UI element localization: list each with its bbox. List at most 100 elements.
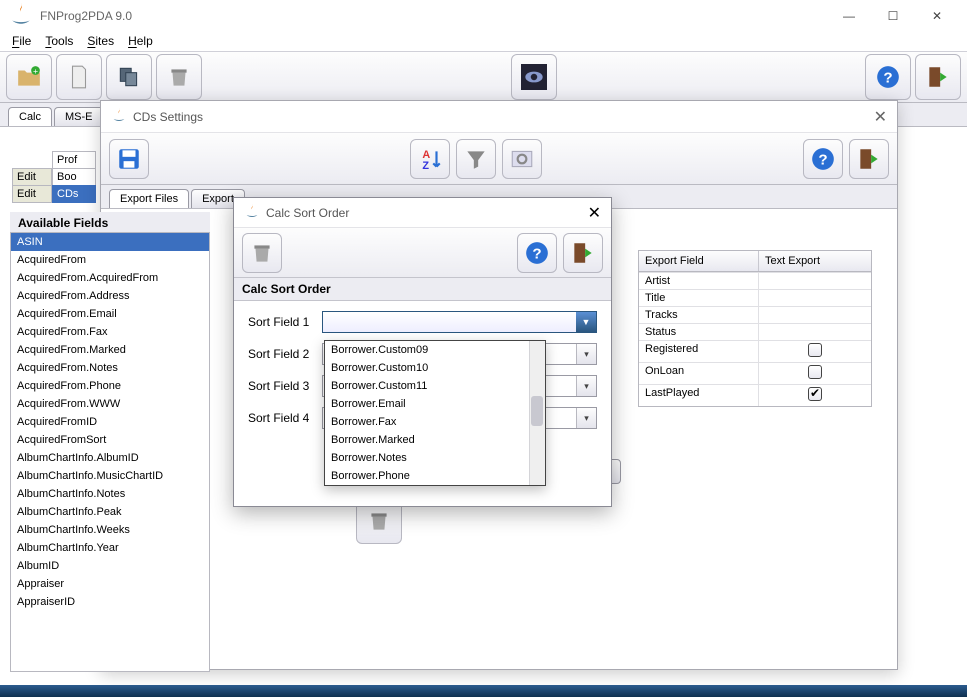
checkbox[interactable] bbox=[808, 343, 822, 357]
field-row[interactable]: AlbumChartInfo.Peak bbox=[11, 503, 209, 521]
field-row[interactable]: AlbumChartInfo.AlbumID bbox=[11, 449, 209, 467]
copy-button[interactable] bbox=[106, 54, 152, 100]
checkbox[interactable] bbox=[808, 387, 822, 401]
tab-export-files[interactable]: Export Files bbox=[109, 189, 189, 208]
field-row[interactable]: AlbumChartInfo.Year bbox=[11, 539, 209, 557]
field-row[interactable]: AcquiredFromSort bbox=[11, 431, 209, 449]
dropdown-option[interactable]: Borrower.Custom11 bbox=[325, 377, 545, 395]
field-row[interactable]: AcquiredFrom.Address bbox=[11, 287, 209, 305]
field-row[interactable]: Appraiser bbox=[11, 575, 209, 593]
export-header-text: Text Export bbox=[759, 251, 871, 271]
settings-title: CDs Settings bbox=[133, 110, 203, 124]
main-titlebar: FNProg2PDA 9.0 — ☐ ✕ bbox=[0, 0, 967, 31]
filter-button[interactable] bbox=[456, 139, 496, 179]
field-row[interactable]: AcquiredFrom.Marked bbox=[11, 341, 209, 359]
export-checkbox-cell[interactable] bbox=[759, 307, 871, 323]
delete-button[interactable] bbox=[156, 54, 202, 100]
export-row[interactable]: Registered bbox=[639, 340, 871, 362]
field-row[interactable]: AcquiredFrom.Email bbox=[11, 305, 209, 323]
grid-cell-boo: Boo bbox=[52, 168, 96, 186]
export-fields-table: Export Field Text Export ArtistTitleTrac… bbox=[638, 250, 872, 407]
edit-cell-2[interactable]: Edit bbox=[12, 185, 52, 203]
dropdown-scrollbar[interactable] bbox=[529, 341, 545, 485]
export-row[interactable]: Title bbox=[639, 289, 871, 306]
available-fields-list[interactable]: ASINAcquiredFromAcquiredFrom.AcquiredFro… bbox=[10, 232, 210, 672]
sort-section-label: Calc Sort Order bbox=[234, 278, 611, 301]
grid-header-prof: Prof bbox=[52, 151, 96, 169]
field-row[interactable]: AcquiredFromID bbox=[11, 413, 209, 431]
field-row[interactable]: AcquiredFrom.WWW bbox=[11, 395, 209, 413]
export-row[interactable]: Tracks bbox=[639, 306, 871, 323]
maximize-button[interactable]: ☐ bbox=[871, 0, 915, 31]
export-row[interactable]: Status bbox=[639, 323, 871, 340]
field-row[interactable]: AlbumChartInfo.Notes bbox=[11, 485, 209, 503]
dropdown-option[interactable]: Borrower.Custom10 bbox=[325, 359, 545, 377]
settings-help-button[interactable]: ? bbox=[803, 139, 843, 179]
dropdown-option[interactable]: Borrower.Notes bbox=[325, 449, 545, 467]
tab-mse[interactable]: MS-E bbox=[54, 107, 104, 126]
field-row[interactable]: AlbumChartInfo.MusicChartID bbox=[11, 467, 209, 485]
sort-close-button[interactable]: ✕ bbox=[588, 203, 601, 223]
help-button[interactable]: ? bbox=[865, 54, 911, 100]
eye-button[interactable] bbox=[511, 54, 557, 100]
export-row[interactable]: OnLoan bbox=[639, 362, 871, 384]
save-button[interactable] bbox=[109, 139, 149, 179]
field-row[interactable]: AlbumChartInfo.Weeks bbox=[11, 521, 209, 539]
export-header-field: Export Field bbox=[639, 251, 759, 271]
grid-cell-cds: CDs bbox=[52, 185, 96, 203]
dropdown-option[interactable]: Borrower.Marked bbox=[325, 431, 545, 449]
field-row[interactable]: AcquiredFrom.Phone bbox=[11, 377, 209, 395]
chevron-down-icon: ▾ bbox=[576, 376, 596, 396]
export-checkbox-cell[interactable] bbox=[759, 273, 871, 289]
new-folder-button[interactable]: + bbox=[6, 54, 52, 100]
exit-button[interactable] bbox=[915, 54, 961, 100]
minimize-button[interactable]: — bbox=[827, 0, 871, 31]
export-checkbox-cell[interactable] bbox=[759, 363, 871, 384]
field-row[interactable]: AcquiredFrom.Fax bbox=[11, 323, 209, 341]
sort-field-1-dropdown[interactable]: Borrower.Custom09Borrower.Custom10Borrow… bbox=[324, 340, 546, 486]
sort-az-button[interactable]: AZ bbox=[410, 139, 450, 179]
settings-toolbar: AZ ? bbox=[101, 133, 897, 185]
chevron-down-icon: ▼ bbox=[576, 312, 596, 332]
menu-help[interactable]: Help bbox=[124, 32, 157, 50]
dropdown-option[interactable]: Borrower.Fax bbox=[325, 413, 545, 431]
java-icon bbox=[111, 107, 127, 126]
chevron-down-icon: ▾ bbox=[576, 344, 596, 364]
taskbar bbox=[0, 685, 967, 697]
export-checkbox-cell[interactable] bbox=[759, 290, 871, 306]
menu-file[interactable]: File bbox=[8, 32, 35, 50]
export-field-name: Artist bbox=[639, 273, 759, 289]
settings-gear-button[interactable] bbox=[502, 139, 542, 179]
export-checkbox-cell[interactable] bbox=[759, 324, 871, 340]
field-row[interactable]: AcquiredFrom.AcquiredFrom bbox=[11, 269, 209, 287]
field-row[interactable]: AcquiredFrom.Notes bbox=[11, 359, 209, 377]
export-row[interactable]: LastPlayed bbox=[639, 384, 871, 406]
open-file-button[interactable] bbox=[56, 54, 102, 100]
sort-clear-button[interactable] bbox=[242, 233, 282, 273]
export-checkbox-cell[interactable] bbox=[759, 385, 871, 406]
sort-field-1-combo[interactable]: ▼ bbox=[322, 311, 597, 333]
tab-calc[interactable]: Calc bbox=[8, 107, 52, 126]
dropdown-option[interactable]: Borrower.Custom09 bbox=[325, 341, 545, 359]
settings-exit-button[interactable] bbox=[849, 139, 889, 179]
field-row[interactable]: AlbumID bbox=[11, 557, 209, 575]
dropdown-option[interactable]: Borrower.Email bbox=[325, 395, 545, 413]
scrollbar-thumb[interactable] bbox=[531, 396, 543, 426]
sort-help-button[interactable]: ? bbox=[517, 233, 557, 273]
close-button[interactable]: ✕ bbox=[915, 0, 959, 31]
sort-exit-button[interactable] bbox=[563, 233, 603, 273]
dropdown-option[interactable]: Borrower.Phone bbox=[325, 467, 545, 485]
export-checkbox-cell[interactable] bbox=[759, 341, 871, 362]
menu-sites[interactable]: Sites bbox=[83, 32, 118, 50]
settings-titlebar: CDs Settings ✕ bbox=[101, 101, 897, 133]
export-row[interactable]: Artist bbox=[639, 272, 871, 289]
main-window-title: FNProg2PDA 9.0 bbox=[40, 9, 827, 23]
settings-close-button[interactable]: ✕ bbox=[874, 107, 887, 127]
edit-cell-1[interactable]: Edit bbox=[12, 168, 52, 186]
menu-tools[interactable]: Tools bbox=[41, 32, 77, 50]
field-row[interactable]: ASIN bbox=[11, 233, 209, 251]
checkbox[interactable] bbox=[808, 365, 822, 379]
field-row[interactable]: AppraiserID bbox=[11, 593, 209, 611]
field-row[interactable]: AcquiredFrom bbox=[11, 251, 209, 269]
export-field-name: LastPlayed bbox=[639, 385, 759, 406]
